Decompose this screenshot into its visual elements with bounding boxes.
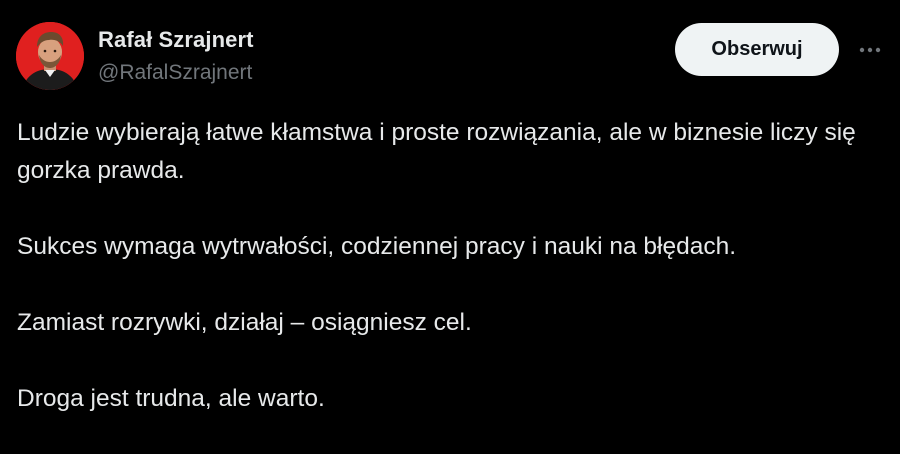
profile-photo-icon <box>16 22 84 90</box>
author-name[interactable]: Rafał Szrajnert <box>98 27 254 53</box>
ellipsis-icon <box>859 47 881 53</box>
tweet-paragraph: Sukces wymaga wytrwałości, codziennej pr… <box>17 233 737 260</box>
follow-button[interactable]: Obserwuj <box>675 23 839 76</box>
author-handle[interactable]: @RafalSzrajnert <box>98 61 252 85</box>
tweet: Rafał Szrajnert @RafalSzrajnert Obserwuj… <box>0 0 900 454</box>
tweet-paragraph: Droga jest trudna, ale warto. <box>17 385 325 412</box>
tweet-paragraph: Zamiast rozrywki, działaj – osiągniesz c… <box>17 309 472 336</box>
tweet-text: Ludzie wybierają łatwe kłamstwa i proste… <box>17 114 887 418</box>
tweet-paragraph: Ludzie wybierają łatwe kłamstwa i proste… <box>17 119 856 184</box>
more-options-button[interactable] <box>850 32 890 68</box>
avatar[interactable] <box>16 22 84 90</box>
